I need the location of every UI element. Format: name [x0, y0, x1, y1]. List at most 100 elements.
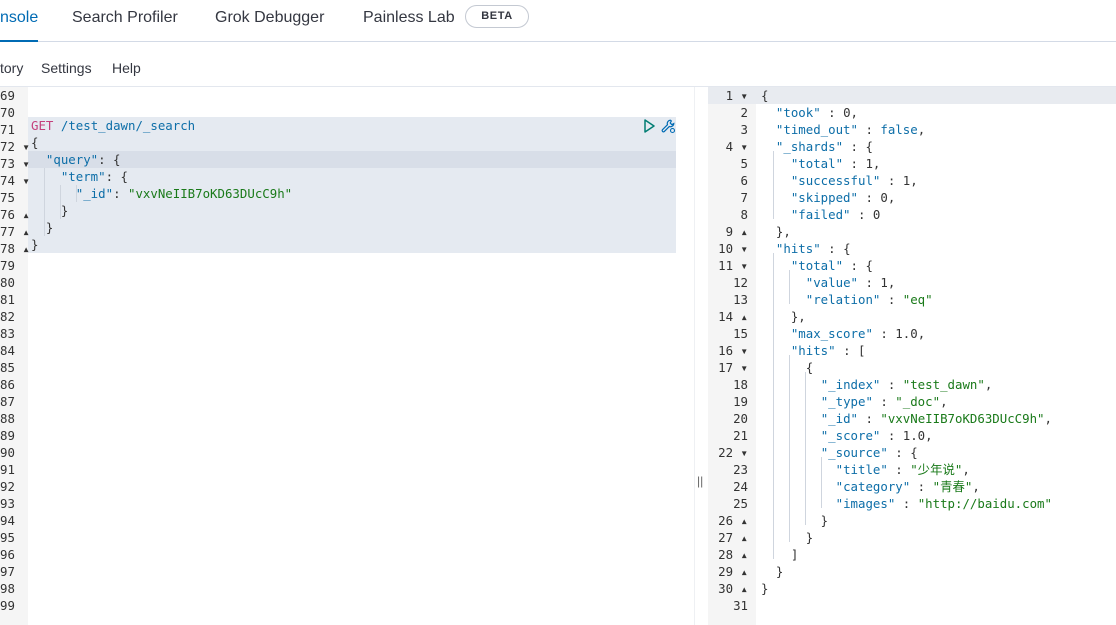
line-number: 13: [733, 292, 748, 307]
editor-divider[interactable]: [694, 87, 708, 625]
line-number: 95: [0, 530, 15, 545]
line-number: 72 ▾: [0, 139, 30, 154]
line-number: 98: [0, 581, 15, 596]
line-number: 96: [0, 547, 15, 562]
code-line: "timed_out" : false,: [775, 122, 926, 137]
code-line: "_index" : "test_dawn",: [820, 377, 993, 392]
json-number: 1.0: [902, 428, 926, 443]
code-line: "_score" : 1.0,: [820, 428, 933, 443]
code-line: "term": {: [60, 169, 128, 184]
code-line: "took" : 0,: [775, 105, 859, 120]
json-key: "images": [835, 496, 896, 511]
line-number: 31: [733, 598, 748, 613]
code-line: }: [761, 513, 829, 528]
line-number: 3: [740, 122, 748, 137]
code-line: {: [31, 135, 39, 150]
code-line: "value" : 1,: [805, 275, 896, 290]
line-number: 29 ▴: [718, 564, 748, 579]
line-number: 90: [0, 445, 15, 460]
line-number: 97: [0, 564, 15, 579]
json-number: 1.0: [895, 326, 918, 341]
play-icon[interactable]: [641, 118, 657, 134]
line-number: 94: [0, 513, 15, 528]
json-key: "_source": [820, 445, 888, 460]
code-line: "images" : "http://baidu.com": [835, 496, 1052, 511]
json-number: 0: [880, 190, 888, 205]
line-number: 70: [0, 105, 15, 120]
line-number: 74 ▾: [0, 173, 30, 188]
code-line: "hits" : [: [790, 343, 866, 358]
line-number: 84: [0, 343, 15, 358]
request-line: GET /test_dawn/_search: [31, 117, 195, 134]
line-number: 4 ▾: [725, 139, 748, 154]
line-number: 16 ▾: [718, 343, 748, 358]
line-number: 24: [733, 479, 748, 494]
json-key: "_score": [820, 428, 881, 443]
json-key: "_index": [820, 377, 881, 392]
line-number: 14 ▴: [718, 309, 748, 324]
json-key: "category": [835, 479, 911, 494]
json-key: "title": [835, 462, 888, 477]
code-line: "_source" : {: [820, 445, 918, 460]
line-number: 18: [733, 377, 748, 392]
json-number: 1: [865, 156, 873, 171]
json-key: "query": [45, 152, 99, 167]
menu-help[interactable]: Help: [112, 60, 141, 76]
json-key: "timed_out": [775, 122, 858, 137]
code-line: "max_score" : 1.0,: [790, 326, 926, 341]
http-method: GET: [31, 118, 54, 133]
line-number: 8: [740, 207, 748, 222]
line-number: 91: [0, 462, 15, 477]
line-number: 21: [733, 428, 748, 443]
line-number: 5: [740, 156, 748, 171]
line-number: 19: [733, 394, 748, 409]
line-number: 88: [0, 411, 15, 426]
json-key: "relation": [805, 292, 881, 307]
tab-grok-debugger[interactable]: Grok Debugger: [215, 0, 324, 41]
code-line: "total" : 1,: [790, 156, 881, 171]
console-menu: tory Settings Help: [0, 42, 1116, 87]
top-tabs: nsole Search Profiler Grok Debugger Pain…: [0, 0, 1116, 42]
line-number: 20: [733, 411, 748, 426]
json-key: "successful": [790, 173, 881, 188]
line-number: 7: [740, 190, 748, 205]
tab-painless-lab[interactable]: Painless Lab: [363, 0, 455, 41]
line-number: 17 ▾: [718, 360, 748, 375]
line-number: 79: [0, 258, 15, 273]
tab-console[interactable]: nsole: [0, 0, 39, 42]
line-number: 92: [0, 479, 15, 494]
json-key: "total": [790, 156, 844, 171]
resize-handle-icon[interactable]: ||: [697, 474, 703, 488]
json-key: "hits": [790, 343, 836, 358]
tab-search-profiler[interactable]: Search Profiler: [72, 0, 178, 41]
json-string: "vxvNeIIB7oKD63DUcC9h": [128, 186, 293, 201]
json-number: 0: [843, 105, 851, 120]
json-number: 0: [872, 207, 881, 222]
code-line: "successful" : 1,: [790, 173, 918, 188]
code-line: "_id" : "vxvNeIIB7oKD63DUcC9h",: [820, 411, 1052, 426]
code-line: "_type" : "_doc",: [820, 394, 948, 409]
code-line: }: [31, 220, 54, 235]
response-active-line: [708, 87, 1116, 104]
menu-history[interactable]: tory: [0, 60, 23, 76]
json-key: "term": [60, 169, 106, 184]
code-line: {: [761, 360, 814, 375]
line-number: 80: [0, 275, 15, 290]
tab-console-label: nsole: [0, 9, 39, 26]
line-number: 99: [0, 598, 15, 613]
line-number: 2: [740, 105, 748, 120]
line-number: 75: [0, 190, 15, 205]
line-number: 73 ▾: [0, 156, 30, 171]
code-line: "_id": "vxvNeIIB7oKD63DUcC9h": [75, 186, 293, 201]
line-number: 81: [0, 292, 15, 307]
line-number: 69: [0, 88, 15, 103]
json-string: "_doc": [895, 394, 941, 409]
json-number: 1: [902, 173, 911, 188]
json-bool: false: [880, 122, 918, 137]
wrench-icon[interactable]: [660, 118, 676, 134]
line-number: 27 ▴: [718, 530, 748, 545]
json-string: "test_dawn": [902, 377, 985, 392]
menu-settings[interactable]: Settings: [41, 60, 92, 76]
json-key: "skipped": [790, 190, 858, 205]
json-key: "took": [775, 105, 821, 120]
